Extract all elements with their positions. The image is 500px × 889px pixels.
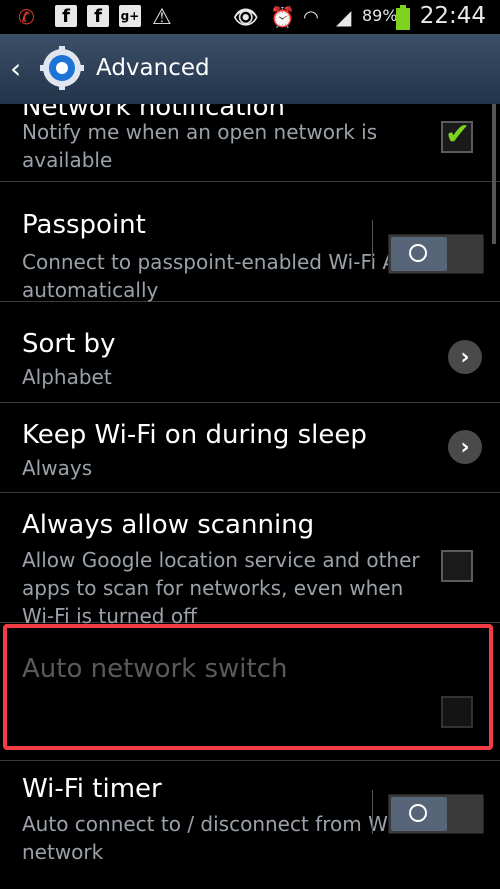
- setting-keep-wifi-on[interactable]: Keep Wi-Fi on during sleep Always ›: [0, 402, 500, 493]
- setting-title: Keep Wi-Fi on during sleep: [22, 420, 367, 450]
- chevron-right-icon[interactable]: ›: [448, 340, 482, 374]
- setting-title: Always allow scanning: [22, 510, 315, 540]
- passpoint-toggle[interactable]: [388, 234, 484, 274]
- warning-icon: ⚠: [152, 4, 172, 30]
- setting-sort-by[interactable]: Sort by Alphabet ›: [0, 301, 500, 403]
- setting-title: Wi-Fi timer: [22, 774, 162, 804]
- setting-passpoint[interactable]: Passpoint Connect to passpoint-enabled W…: [0, 182, 500, 302]
- setting-subtitle: Auto connect to / disconnect from Wi-Fi …: [22, 812, 416, 864]
- setting-subtitle: Alphabet: [22, 365, 112, 389]
- scrollbar[interactable]: [492, 104, 496, 244]
- setting-subtitle: Connect to passpoint-enabled Wi-Fi APs a…: [22, 250, 419, 302]
- setting-subtitle: Always: [22, 456, 93, 480]
- battery-percent: 89%: [362, 6, 398, 25]
- network-notification-checkbox[interactable]: ✔: [441, 117, 473, 153]
- status-bar: ✆ f f g+ ⚠ 👁 ⏰ ◠ ◢ 89% 22:44: [0, 0, 500, 34]
- setting-network-notification[interactable]: Network notification Notify me when an o…: [0, 104, 500, 182]
- back-icon[interactable]: ‹: [10, 52, 21, 85]
- alarm-icon: ⏰: [270, 5, 295, 29]
- setting-subtitle: Allow Google location service and other …: [22, 548, 420, 628]
- checkmark-icon: ✔: [445, 117, 471, 152]
- page-title: Advanced: [96, 55, 210, 81]
- battery-icon: [396, 5, 410, 30]
- facebook-icon: f: [55, 5, 77, 27]
- eye-icon: 👁: [233, 5, 259, 29]
- missed-call-icon: ✆: [18, 5, 35, 29]
- toggle-knob: [391, 237, 447, 271]
- setting-title: Sort by: [22, 329, 116, 359]
- toggle-off-icon: [409, 244, 427, 262]
- divider: [372, 790, 373, 834]
- settings-gear-icon[interactable]: [40, 46, 84, 90]
- setting-wifi-timer[interactable]: Wi-Fi timer Auto connect to / disconnect…: [0, 760, 500, 870]
- toggle-knob: [391, 797, 447, 831]
- action-bar: ‹ Advanced: [0, 34, 500, 104]
- setting-title: Passpoint: [22, 210, 146, 240]
- toggle-off-icon: [409, 804, 427, 822]
- settings-list: Network notification Notify me when an o…: [0, 104, 500, 889]
- wifi-timer-toggle[interactable]: [388, 794, 484, 834]
- chevron-right-icon[interactable]: ›: [448, 430, 482, 464]
- divider: [372, 220, 373, 264]
- wifi-icon: ◠: [304, 6, 318, 28]
- facebook-icon: f: [87, 5, 109, 27]
- highlight-box: [3, 624, 493, 750]
- google-plus-icon: g+: [119, 5, 141, 27]
- signal-icon: ◢: [336, 5, 352, 29]
- clock: 22:44: [419, 3, 486, 29]
- setting-always-allow-scanning[interactable]: Always allow scanning Allow Google locat…: [0, 492, 500, 628]
- setting-subtitle: Notify me when an open network is availa…: [22, 120, 378, 172]
- always-allow-scanning-checkbox[interactable]: [441, 550, 473, 582]
